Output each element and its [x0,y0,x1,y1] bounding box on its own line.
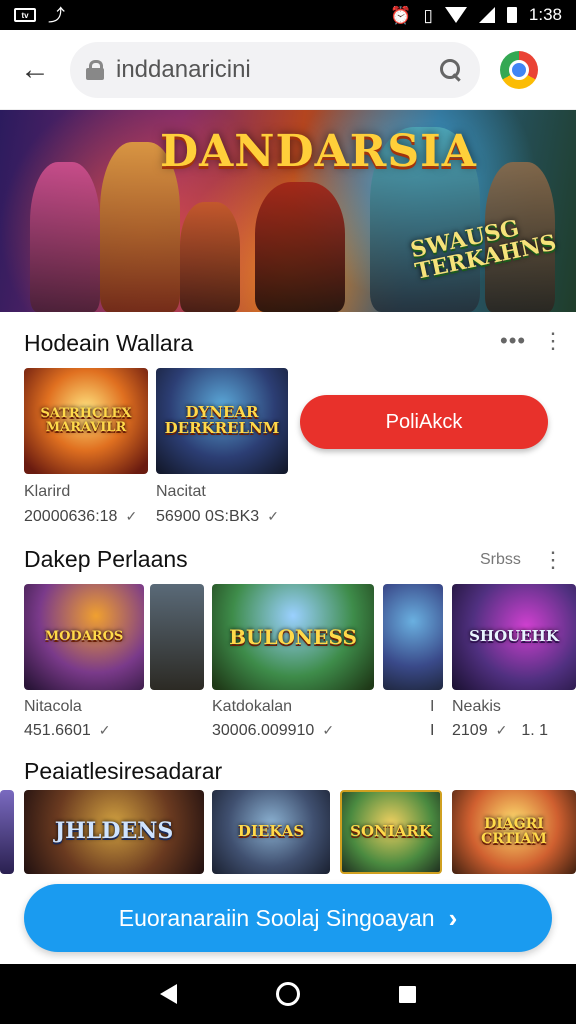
tile-title: JHLDENS [54,818,174,845]
more-vertical-icon[interactable]: ⋮ [542,549,564,571]
game-tile[interactable]: SHOUEHK [452,584,576,690]
game-name: Katdokalan [212,698,293,715]
game-name: Neakis [452,698,501,715]
cell-icon [478,7,495,23]
download-icon: ✓ [322,722,335,738]
game-count-text: 30006.009910 [212,722,315,739]
nav-back-icon[interactable] [159,984,177,1004]
hero-banner[interactable]: DANDARSIA SWAUSG TERKAHNS [0,110,576,312]
download-icon: ✓ [267,508,279,524]
extra-count: 1. 1 [521,722,549,739]
download-icon: ✓ [125,508,138,524]
share-icon: ⤴ [48,5,65,25]
game-count: 56900 0S:BK3 ✓ [156,508,279,526]
alarm-icon: ⏰ [390,5,412,25]
bottom-cta-label: Euoranaraiin Soolaj Singoayan [118,904,435,931]
game-count: 30006.009910 ✓ [212,722,334,740]
game-count: 451.6601 ✓ [24,722,110,740]
more-horizontal-icon[interactable]: ••• [500,328,526,354]
download-icon: ✓ [495,722,508,738]
game-count: 2109 ✓ 1. 1 [452,722,548,740]
section-title: Hodeain Wallara [24,330,194,356]
banner-character [30,162,100,312]
status-bar: tv ⤴ ⏰ ▯ 1:38 [0,0,576,30]
game-tile[interactable]: BULONESS [212,584,374,690]
nav-recents-icon[interactable] [399,985,417,1003]
header: ← inddanaricini [0,30,576,110]
game-name: Nitacola [24,698,82,715]
game-count-text: 20000636:18 [24,508,118,525]
game-count-text: 451.6601 [24,722,91,739]
game-tile[interactable]: DIAGRI CRTIAM [452,790,576,874]
game-tile[interactable] [0,790,14,874]
tile-title: SONIARK [350,822,432,841]
game-name: Klarird [24,483,71,500]
app-icon: tv [14,8,36,22]
game-count-text: 2109 [452,722,488,739]
search-box[interactable]: inddanaricini [70,41,480,98]
game-count: I [430,722,435,739]
tile-title: DIEKAS [237,822,305,841]
tile-title: SHOUEHK [469,627,559,646]
screen: tv ⤴ ⏰ ▯ 1:38 ← inddanaricini DANDARSIA … [0,0,576,1024]
section-title: Dakep Perlaans [24,546,188,572]
tile-title: DYNEAR DERKRELNM [164,403,280,437]
tile-title: DIAGRI CRTIAM [481,816,547,847]
game-count-text: 56900 0S:BK3 [156,508,260,525]
download-icon: ✓ [98,722,111,738]
banner-character [255,182,345,312]
chrome-icon[interactable] [500,50,538,89]
primary-action-button[interactable]: PoliAkck [300,395,548,449]
bottom-cta-button[interactable]: Euoranaraiin Soolaj Singoayan › [24,884,552,952]
game-tile[interactable]: JHLDENS [24,790,204,874]
banner-title: DANDARSIA [160,126,477,177]
tile-title: BULONESS [229,624,357,649]
game-name: I [430,698,435,715]
game-tile[interactable]: SONIARK [340,790,442,874]
game-tile[interactable] [150,584,204,690]
game-tile[interactable]: DYNEAR DERKRELNM [156,368,288,474]
game-tile[interactable]: DIEKAS [212,790,330,874]
game-count: 20000636:18 ✓ [24,508,137,526]
lock-icon [86,59,104,80]
game-name: Nacitat [156,483,206,500]
game-tile[interactable]: MODAROS [24,584,144,690]
tile-title: SATRHCLEX MARAVILR [40,406,132,435]
more-vertical-icon[interactable]: ⋮ [542,330,564,352]
game-tile[interactable]: SATRHCLEX MARAVILR [24,368,148,474]
search-input[interactable]: inddanaricini [116,56,428,84]
game-tile[interactable] [383,584,443,690]
banner-character [180,202,240,312]
see-more-link[interactable]: Srbss [480,551,521,569]
system-nav-bar [0,964,576,1024]
nav-home-icon[interactable] [275,982,300,1006]
section-title: Peaiatlesiresadarar [24,758,223,784]
tile-title: MODAROS [44,629,124,645]
vibrate-icon: ▯ [423,5,433,25]
search-icon[interactable] [440,58,462,81]
chevron-right-icon: › [448,902,458,933]
battery-icon [506,7,517,23]
wifi-icon [444,7,467,23]
status-time: 1:38 [528,5,562,24]
back-arrow-icon[interactable]: ← [0,30,70,110]
